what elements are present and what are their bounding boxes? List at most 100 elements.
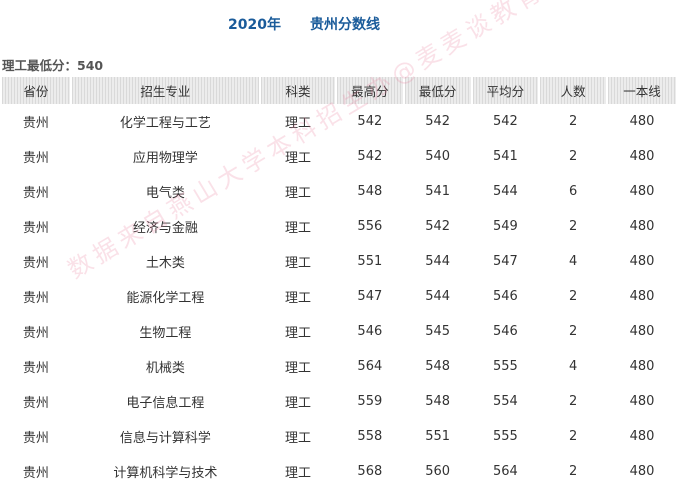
cell-tier1-line: 480 <box>629 114 655 129</box>
header-major: 招生专业 <box>71 77 259 104</box>
cell-major: 信息与计算科学 <box>119 431 211 446</box>
cell-tier1-line: 480 <box>629 359 655 374</box>
header-tier1-line: 一本线 <box>608 77 676 104</box>
cell-category: 理工 <box>284 326 311 341</box>
cell-province: 贵州 <box>22 431 49 446</box>
cell-province: 贵州 <box>22 256 49 271</box>
cell-avg-score: 555 <box>492 359 518 374</box>
cell-tier1-line: 480 <box>629 289 655 304</box>
cell-province: 贵州 <box>22 186 49 201</box>
cell-count: 2 <box>569 394 578 409</box>
cell-province: 贵州 <box>22 291 49 306</box>
cell-count: 6 <box>569 184 578 199</box>
page-title-row: 2020年 贵州分数线 <box>0 12 678 34</box>
cell-min-score: 540 <box>425 149 451 164</box>
table-row: 贵州 能源化学工程 理工 547 544 546 2 480 <box>2 279 676 314</box>
cell-category: 理工 <box>284 151 311 166</box>
table-row: 贵州 电气类 理工 548 541 544 6 480 <box>2 174 676 209</box>
cell-avg-score: 555 <box>492 429 518 444</box>
header-count: 人数 <box>540 77 607 104</box>
cell-max-score: 547 <box>357 289 383 304</box>
table-body: 贵州 化学工程与工艺 理工 542 542 542 2 480 贵州 应用物理学 理工 542 540 5… <box>2 104 676 489</box>
title-province: 贵州分数线 <box>310 17 380 33</box>
cell-tier1-line: 480 <box>629 254 655 269</box>
cell-count: 2 <box>569 289 578 304</box>
cell-max-score: 568 <box>357 464 383 479</box>
table-row: 贵州 计算机科学与技术 理工 568 560 564 2 480 <box>2 454 676 489</box>
cell-count: 2 <box>569 114 578 129</box>
cell-province: 贵州 <box>22 151 49 166</box>
table-row: 贵州 机械类 理工 564 548 555 4 480 <box>2 349 676 384</box>
cell-avg-score: 541 <box>492 149 518 164</box>
cell-province: 贵州 <box>22 396 49 411</box>
header-province: 省份 <box>2 77 70 104</box>
cell-category: 理工 <box>284 396 311 411</box>
cell-tier1-line: 480 <box>629 429 655 444</box>
cell-min-score: 544 <box>425 254 451 269</box>
table-row: 贵州 电子信息工程 理工 559 548 554 2 480 <box>2 384 676 419</box>
cell-max-score: 542 <box>357 149 383 164</box>
cell-tier1-line: 480 <box>629 149 655 164</box>
cell-max-score: 556 <box>357 219 383 234</box>
cell-category: 理工 <box>284 291 311 306</box>
cell-tier1-line: 480 <box>629 394 655 409</box>
cell-category: 理工 <box>284 116 311 131</box>
cell-max-score: 559 <box>357 394 383 409</box>
cell-major: 电子信息工程 <box>126 396 205 411</box>
cell-max-score: 548 <box>357 184 383 199</box>
cell-major: 应用物理学 <box>132 151 198 166</box>
cell-max-score: 542 <box>357 114 383 129</box>
title-year: 2020年 <box>228 17 281 33</box>
cell-min-score: 548 <box>425 394 451 409</box>
cell-tier1-line: 480 <box>629 184 655 199</box>
table-row: 贵州 经济与金融 理工 556 542 549 2 480 <box>2 209 676 244</box>
cell-avg-score: 547 <box>492 254 518 269</box>
cell-min-score: 542 <box>425 219 451 234</box>
cell-count: 2 <box>569 219 578 234</box>
cell-count: 2 <box>569 324 578 339</box>
cell-avg-score: 544 <box>492 184 518 199</box>
score-table: 省份 招生专业 科类 最高分 最低分 平均分 人数 一本线 贵州 化学工程与工艺理… <box>0 77 678 489</box>
cell-max-score: 551 <box>357 254 383 269</box>
cell-category: 理工 <box>284 466 311 481</box>
cell-min-score: 560 <box>425 464 451 479</box>
cell-major: 经济与金融 <box>132 221 198 236</box>
cell-tier1-line: 480 <box>629 219 655 234</box>
table-row: 贵州 化学工程与工艺 理工 542 542 542 2 480 <box>2 104 676 139</box>
cell-avg-score: 546 <box>492 289 518 304</box>
cell-min-score: 545 <box>425 324 451 339</box>
cell-min-score: 541 <box>425 184 451 199</box>
table-row: 贵州 信息与计算科学 理工 558 551 555 2 480 <box>2 419 676 454</box>
cell-province: 贵州 <box>22 116 49 131</box>
cell-min-score: 551 <box>425 429 451 444</box>
cell-max-score: 546 <box>357 324 383 339</box>
min-score-label: 理工最低分：540 <box>2 58 104 73</box>
cell-avg-score: 542 <box>492 114 518 129</box>
cell-max-score: 558 <box>357 429 383 444</box>
header-min-score: 最低分 <box>404 77 471 104</box>
cell-tier1-line: 480 <box>629 324 655 339</box>
cell-category: 理工 <box>284 256 311 271</box>
cell-max-score: 564 <box>357 359 383 374</box>
header-avg-score: 平均分 <box>472 77 539 104</box>
cell-category: 理工 <box>284 221 311 236</box>
table-row: 贵州 土木类 理工 551 544 547 4 480 <box>2 244 676 279</box>
cell-province: 贵州 <box>22 466 49 481</box>
cell-avg-score: 554 <box>492 394 518 409</box>
cell-count: 4 <box>569 254 578 269</box>
cell-major: 电气类 <box>145 186 185 201</box>
cell-count: 2 <box>569 464 578 479</box>
cell-major: 能源化学工程 <box>126 291 205 306</box>
cell-category: 理工 <box>284 431 311 446</box>
table-row: 贵州 生物工程 理工 546 545 546 2 480 <box>2 314 676 349</box>
header-category: 科类 <box>260 77 335 104</box>
table-header-row: 省份 招生专业 科类 最高分 最低分 平均分 人数 一本线 <box>2 77 676 104</box>
cell-min-score: 542 <box>425 114 451 129</box>
cell-min-score: 548 <box>425 359 451 374</box>
cell-avg-score: 549 <box>492 219 518 234</box>
cell-province: 贵州 <box>22 221 49 236</box>
cell-major: 土木类 <box>145 256 185 271</box>
cell-major: 生物工程 <box>139 326 192 341</box>
cell-count: 4 <box>569 359 578 374</box>
cell-min-score: 544 <box>425 289 451 304</box>
